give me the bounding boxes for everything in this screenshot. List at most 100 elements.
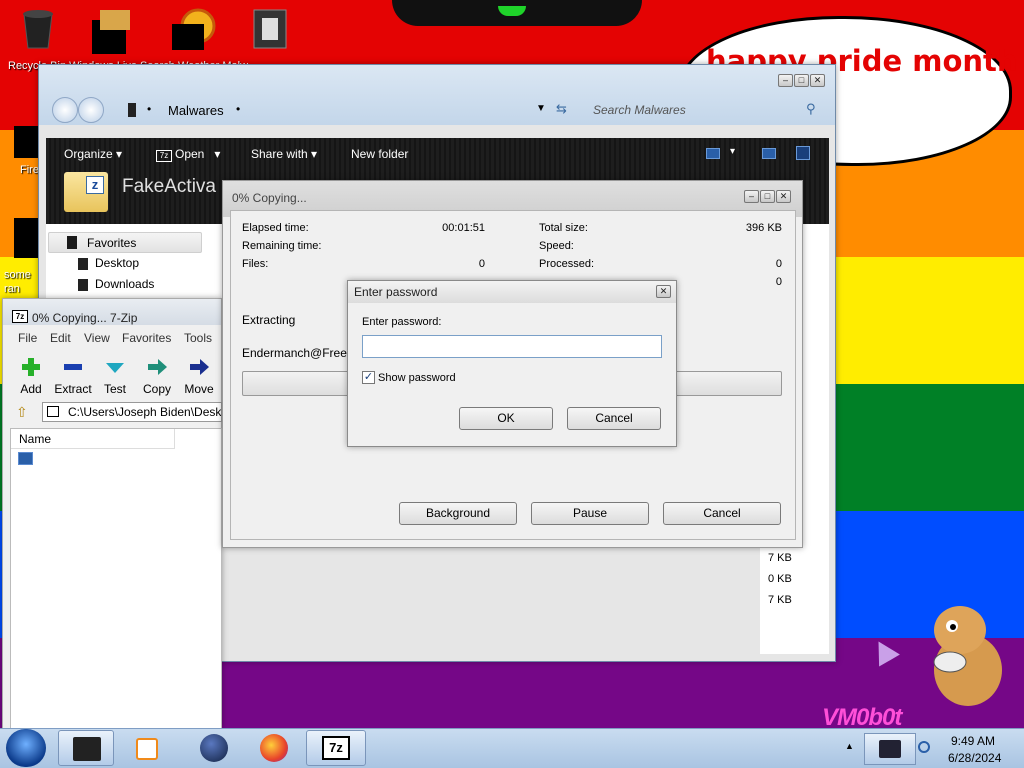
menu-favorites[interactable]: Favorites	[122, 331, 171, 345]
show-password-label[interactable]: Show password	[378, 372, 456, 384]
share-with-button[interactable]: Share with ▾	[251, 147, 317, 161]
file-size-3: 7 KB	[768, 594, 792, 606]
copy-cancel-button[interactable]: Cancel	[663, 502, 781, 525]
copy-close-icon[interactable]: ✕	[776, 190, 791, 203]
column-name-label: Name	[19, 432, 52, 446]
menu-view[interactable]: View	[84, 331, 110, 345]
move-button[interactable]: Move	[179, 357, 219, 396]
back-button[interactable]	[52, 97, 78, 123]
move-label: Move	[184, 382, 214, 396]
breadcrumb-folder[interactable]: Malwares	[168, 103, 224, 118]
nav-desktop[interactable]: Desktop	[78, 256, 139, 270]
compressed-value: 0	[775, 276, 782, 288]
windows-live-icon[interactable]	[92, 6, 136, 54]
total-size-label: Total size:	[539, 222, 588, 234]
path-folder-icon	[47, 406, 59, 417]
add-plus-icon	[22, 358, 40, 376]
file-icon-label: some ran	[4, 269, 31, 295]
tray-network-icon[interactable]	[864, 733, 916, 765]
breadcrumb-chevron-icon[interactable]: •	[236, 102, 240, 116]
password-field[interactable]	[362, 335, 662, 358]
forward-button[interactable]	[78, 97, 104, 123]
add-button[interactable]: Add	[11, 357, 51, 396]
column-header-name[interactable]: Name	[11, 429, 175, 449]
zip-folder-icon: z	[64, 172, 108, 212]
nav-downloads[interactable]: Downloads	[78, 277, 154, 291]
preview-pane-icon[interactable]	[762, 148, 776, 159]
7zip-small-icon: 7z	[156, 150, 172, 162]
tray-up-arrow-icon[interactable]: ▲	[845, 741, 854, 751]
7zip-task-icon[interactable]: 7z	[306, 730, 366, 766]
downloads-small-icon	[78, 278, 88, 291]
hamster-image	[920, 600, 1010, 710]
media-player-icon[interactable]	[128, 730, 168, 766]
help-icon[interactable]	[796, 146, 810, 160]
firefox-icon[interactable]	[254, 730, 294, 766]
organize-button[interactable]: Organize ▾	[64, 147, 122, 161]
file-size-1: 7 KB	[768, 552, 792, 564]
address-dropdown-icon[interactable]: ▼	[536, 103, 546, 114]
show-password-checkbox[interactable]: ✓	[362, 371, 375, 384]
copy-maximize-icon[interactable]: □	[760, 190, 775, 203]
copy-button[interactable]: Copy	[137, 357, 177, 396]
archive-item-icon[interactable]	[18, 452, 33, 465]
refresh-icon[interactable]: ⇆	[556, 101, 567, 117]
password-title: Enter password	[354, 285, 438, 299]
move-arrow-icon	[190, 359, 209, 375]
recycle-bin-icon[interactable]	[16, 6, 60, 50]
background-button[interactable]: Background	[399, 502, 517, 525]
path-text: C:\Users\Joseph Biden\Deskt	[68, 405, 222, 419]
globe-icon[interactable]	[194, 730, 234, 766]
new-folder-label: New folder	[351, 147, 409, 161]
files-value: 0	[478, 258, 485, 270]
nav-favorites[interactable]: Favorites	[48, 232, 202, 253]
desktop-small-icon	[78, 257, 88, 270]
password-prompt: Enter password:	[362, 316, 442, 328]
minimize-icon[interactable]: –	[778, 74, 793, 87]
processed-value: 0	[775, 258, 782, 270]
search-magnifier-icon: ⚲	[806, 101, 816, 116]
view-dropdown-icon[interactable]: ▾	[730, 146, 735, 157]
extracting-label: Extracting	[242, 313, 296, 327]
7zip-title: 0% Copying... 7-Zip	[32, 311, 138, 325]
nav-downloads-label: Downloads	[95, 277, 155, 291]
search-icon[interactable]	[172, 6, 216, 52]
open-button[interactable]: 7z Open ▾	[156, 147, 220, 162]
ok-button[interactable]: OK	[459, 407, 553, 430]
menu-file[interactable]: File	[18, 331, 37, 345]
menu-tools[interactable]: Tools	[184, 331, 212, 345]
password-cancel-button[interactable]: Cancel	[567, 407, 661, 430]
file-size-2: 0 KB	[768, 573, 792, 585]
maximize-icon[interactable]: □	[794, 74, 809, 87]
test-button[interactable]: Test	[95, 357, 135, 396]
elapsed-label: Elapsed time:	[242, 222, 309, 234]
current-file-label: Endermanch@FreeYo	[242, 346, 348, 360]
copying-title: 0% Copying...	[232, 191, 307, 205]
path-input[interactable]: C:\Users\Joseph Biden\Deskt	[42, 402, 222, 422]
address-folder-icon	[128, 103, 136, 117]
file-list	[10, 428, 222, 730]
view-options-icon[interactable]	[706, 148, 720, 159]
firefox-shortcut-label: Fire	[20, 164, 39, 176]
search-placeholder: Search Malwares	[593, 103, 686, 117]
start-orb-icon[interactable]	[6, 729, 46, 767]
up-folder-icon[interactable]: ⇧	[16, 404, 28, 421]
organize-label: Organize	[64, 147, 113, 161]
favorites-star-icon	[67, 236, 77, 249]
pause-button[interactable]: Pause	[531, 502, 649, 525]
malware-folder-icon[interactable]	[250, 6, 294, 50]
extract-button[interactable]: Extract	[53, 357, 93, 396]
total-size-value: 396 KB	[745, 222, 782, 234]
share-with-label: Share with	[251, 147, 308, 161]
tray-volume-icon[interactable]	[918, 741, 930, 753]
copy-minimize-icon[interactable]: –	[744, 190, 759, 203]
search-input[interactable]: Search Malwares ⚲	[584, 98, 826, 122]
processed-label: Processed:	[539, 258, 595, 270]
password-close-icon[interactable]: ✕	[656, 285, 671, 298]
explorer-task-icon[interactable]	[58, 730, 114, 766]
new-folder-button[interactable]: New folder	[351, 147, 408, 161]
close-icon[interactable]: ✕	[810, 74, 825, 87]
clock-date[interactable]: 6/28/2024	[948, 751, 1001, 765]
clock-time[interactable]: 9:49 AM	[951, 734, 995, 748]
menu-edit[interactable]: Edit	[50, 331, 71, 345]
